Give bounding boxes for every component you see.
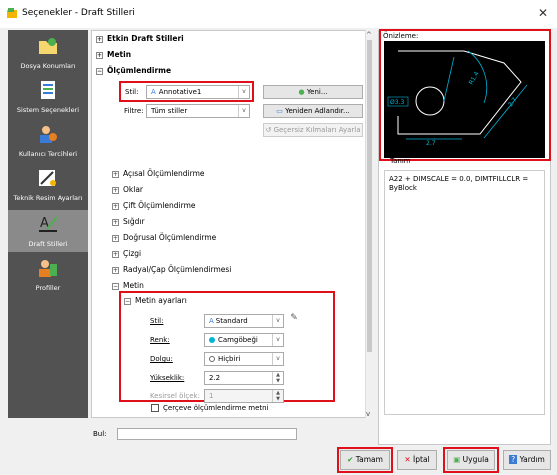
scale-label: Kesirsel ölçek: bbox=[150, 392, 200, 400]
sidebar-item-label: Sistem Seçenekleri bbox=[16, 106, 80, 114]
tree-node-text-settings[interactable]: − Metin ayarları bbox=[124, 296, 187, 305]
profiles-icon bbox=[39, 260, 57, 277]
tree-node-active-styles[interactable]: + Etkin Draft Stilleri bbox=[96, 34, 184, 43]
drawing-settings-icon bbox=[39, 170, 56, 186]
spinner-icon[interactable]: ▲ ▼ bbox=[272, 372, 283, 384]
cancel-icon: ✕ bbox=[404, 455, 411, 464]
tree-node-radial[interactable]: + Radyal/Çap Ölçümlendirmesi bbox=[112, 265, 231, 274]
fill-select[interactable]: Hiçbiri v bbox=[204, 352, 284, 366]
help-icon: ? bbox=[509, 455, 518, 464]
user-icon bbox=[40, 126, 57, 143]
tree-node-linear[interactable]: + Doğrusal Ölçümlendirme bbox=[112, 233, 216, 242]
tree-node-fit[interactable]: + Sığdır bbox=[112, 217, 145, 226]
sidebar-item-drawing-settings[interactable]: Teknik Resim Ayarları bbox=[8, 166, 88, 206]
scroll-up-icon[interactable]: ^ bbox=[366, 31, 372, 39]
tree-node-dimensioning[interactable]: − Ölçümlendirme bbox=[96, 66, 171, 75]
cancel-button[interactable]: ✕ İptal bbox=[397, 450, 437, 470]
height-input[interactable]: 2.2 ▲ ▼ bbox=[204, 371, 284, 385]
draft-styles-icon: A bbox=[39, 216, 58, 232]
folder-icon bbox=[39, 38, 57, 54]
scale-input[interactable]: 1 ▲ ▼ bbox=[204, 389, 284, 403]
color-swatch-icon bbox=[209, 337, 215, 343]
sidebar-item-draft-styles[interactable]: A Draft Stilleri bbox=[8, 210, 88, 252]
highlight-box bbox=[337, 447, 393, 473]
tree-node-text[interactable]: + Metin bbox=[96, 50, 131, 59]
app-icon bbox=[7, 8, 17, 18]
description-label: Tanım bbox=[390, 157, 411, 165]
reset-icon: ↺ bbox=[265, 126, 272, 134]
fill-label: Dolgu: bbox=[150, 355, 173, 363]
sidebar-item-system-options[interactable]: Sistem Seçenekleri bbox=[8, 78, 88, 118]
filter-label: Filtre: bbox=[124, 107, 144, 115]
tree-node-text-section[interactable]: − Metin bbox=[112, 281, 144, 290]
sidebar-item-label: Profiller bbox=[35, 284, 61, 292]
tree-node-arrows[interactable]: + Oklar bbox=[112, 185, 143, 194]
close-button[interactable]: ✕ bbox=[538, 6, 548, 20]
edit-style-icon[interactable]: ✎ bbox=[287, 313, 301, 327]
search-label: Bul: bbox=[93, 430, 107, 438]
sidebar-item-label: Teknik Resim Ayarları bbox=[13, 194, 83, 202]
frame-label: Çerçeve ölçümlendirme metni bbox=[163, 404, 269, 412]
tree-node-angular[interactable]: + Açısal Ölçümlendirme bbox=[112, 169, 205, 178]
empty-swatch-icon bbox=[209, 356, 215, 362]
color-label: Renk: bbox=[150, 336, 170, 344]
height-label: Yükseklik: bbox=[150, 374, 185, 382]
filter-select[interactable]: Tüm stiller v bbox=[146, 104, 250, 118]
chevron-down-icon[interactable]: v bbox=[272, 353, 283, 365]
scroll-down-icon[interactable]: v bbox=[366, 410, 370, 418]
sidebar-item-label: Draft Stilleri bbox=[28, 240, 68, 248]
sidebar-item-profiles[interactable]: Profiller bbox=[8, 256, 88, 296]
sidebar-item-user-preferences[interactable]: Kullanıcı Tercihleri bbox=[8, 122, 88, 162]
rename-button[interactable]: ▭ Yeniden Adlandır... bbox=[263, 104, 363, 118]
add-icon: ● bbox=[298, 88, 305, 96]
chevron-down-icon[interactable]: v bbox=[238, 105, 249, 117]
sidebar-item-file-locations[interactable]: Dosya Konumları bbox=[8, 34, 88, 74]
tree-node-dual[interactable]: + Çift Ölçümlendirme bbox=[112, 201, 196, 210]
highlight-box bbox=[119, 81, 254, 102]
font-icon: A bbox=[209, 317, 214, 325]
scroll-thumb[interactable] bbox=[367, 40, 372, 352]
tree-node-line[interactable]: + Çizgi bbox=[112, 249, 141, 258]
frame-checkbox[interactable] bbox=[151, 404, 159, 412]
color-select[interactable]: Camgöbeği v bbox=[204, 333, 284, 347]
text-style-label: Stil: bbox=[150, 317, 164, 325]
search-input[interactable] bbox=[117, 428, 297, 440]
reset-overrides-button[interactable]: ↺ Geçersiz Kılmaları Ayarla bbox=[263, 123, 363, 137]
system-icon bbox=[41, 81, 55, 99]
highlight-box bbox=[443, 447, 499, 473]
sidebar-item-label: Kullanıcı Tercihleri bbox=[18, 150, 78, 158]
chevron-down-icon[interactable]: v bbox=[272, 315, 283, 327]
chevron-down-icon[interactable]: v bbox=[272, 334, 283, 346]
help-button[interactable]: ? Yardım bbox=[503, 450, 551, 470]
window-title: Seçenekler - Draft Stilleri bbox=[22, 8, 135, 18]
description-box: A22 + DIMSCALE = 0.0, DIMTFILLCLR = ByBl… bbox=[384, 170, 545, 415]
collapse-icon[interactable]: − bbox=[124, 297, 131, 305]
sidebar-item-label: Dosya Konumları bbox=[20, 62, 76, 70]
spinner-icon[interactable]: ▲ ▼ bbox=[272, 390, 283, 402]
highlight-box bbox=[379, 29, 551, 161]
rename-icon: ▭ bbox=[276, 107, 283, 115]
sidebar: Dosya Konumları Sistem Seçenekleri Kulla… bbox=[8, 30, 88, 418]
text-style-select[interactable]: A Standard v bbox=[204, 314, 284, 328]
new-style-button[interactable]: ● Yeni... bbox=[263, 85, 363, 99]
